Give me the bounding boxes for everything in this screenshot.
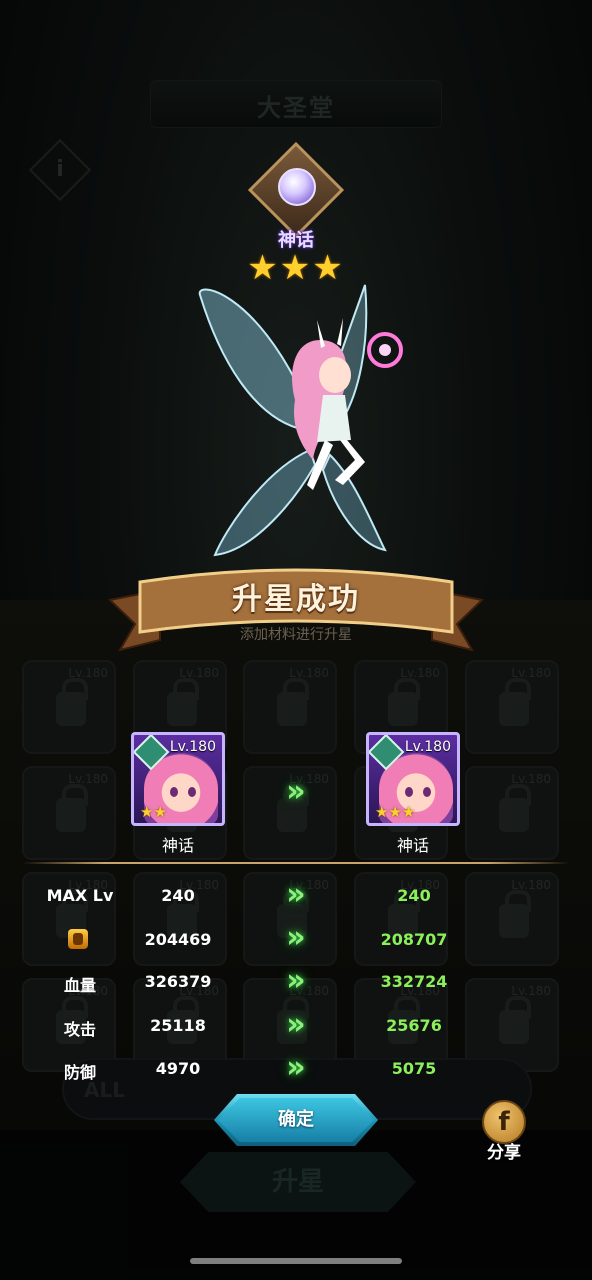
hero-rank-after: 神话 [396,836,429,855]
diamond-gem-icon [278,168,316,206]
hero-face [319,357,351,393]
arrow-right-icon: » [286,1050,306,1085]
hero-level: Lv.180 [404,739,451,755]
stat-new-attack: 25676 [386,1016,442,1035]
rank-badge: 神话 [247,141,345,251]
arrow-right-icon: » [286,1007,306,1042]
hero-eye [423,787,431,797]
hero-rank-before: 神话 [161,836,194,855]
hero-card-after: Lv.180 ★★★ [366,732,460,826]
hero-body [317,395,351,442]
success-title: 升星成功 [232,582,360,617]
hero-level: Lv.180 [169,739,216,755]
stat-old-defense: 4970 [155,1059,201,1078]
stat-old-max-lv: 240 [161,886,195,905]
magic-orb-core [379,344,391,356]
hero-portrait [198,284,403,557]
arrow-right-icon: » [286,774,306,809]
divider [22,862,570,864]
stat-label-hp: 血量 [63,976,96,995]
hero-ear-right [337,318,343,346]
hero-card-before: Lv.180 ★★ [131,732,225,826]
stat-label-attack: 攻击 [63,1020,96,1039]
hero-leg-right [335,440,365,485]
stat-old-attack: 25118 [150,1016,206,1035]
arrow-right-icon: » [286,877,306,912]
hero-eye [405,787,413,797]
stat-label-defense: 防御 [63,1063,96,1082]
arrow-right-icon: » [286,920,306,955]
stat-old-power: 204469 [144,930,212,949]
stat-old-hp: 326379 [144,972,212,991]
hero-eye [188,787,196,797]
hero-stars: ★★★ [375,803,416,821]
hero-wing-lower [213,448,317,557]
stat-new-power: 208707 [380,930,448,949]
stat-new-defense: 5075 [391,1059,437,1078]
hero-wing-left [198,288,306,432]
share-label[interactable]: 分享 [474,1138,534,1163]
confirm-button[interactable]: 确定 [214,1094,378,1146]
arrow-right-icon: » [286,963,306,998]
hero-eye [170,787,178,797]
confirm-button-label: 确定 [218,1098,374,1142]
hero-stars: ★★ [140,803,167,821]
power-icon [68,929,88,949]
stat-label-max-lv: MAX Lv [46,886,114,905]
stat-new-hp: 332724 [380,972,448,991]
upgrade-hint: 添加材料进行升星 [240,627,352,643]
facebook-icon: f [498,1107,510,1137]
stat-new-max-lv: 240 [397,886,431,905]
